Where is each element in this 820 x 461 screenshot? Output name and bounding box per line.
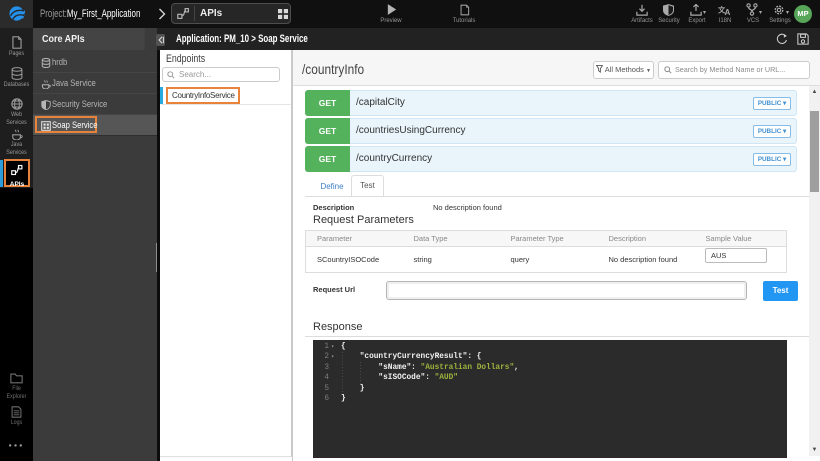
svg-text:A: A	[725, 8, 731, 16]
